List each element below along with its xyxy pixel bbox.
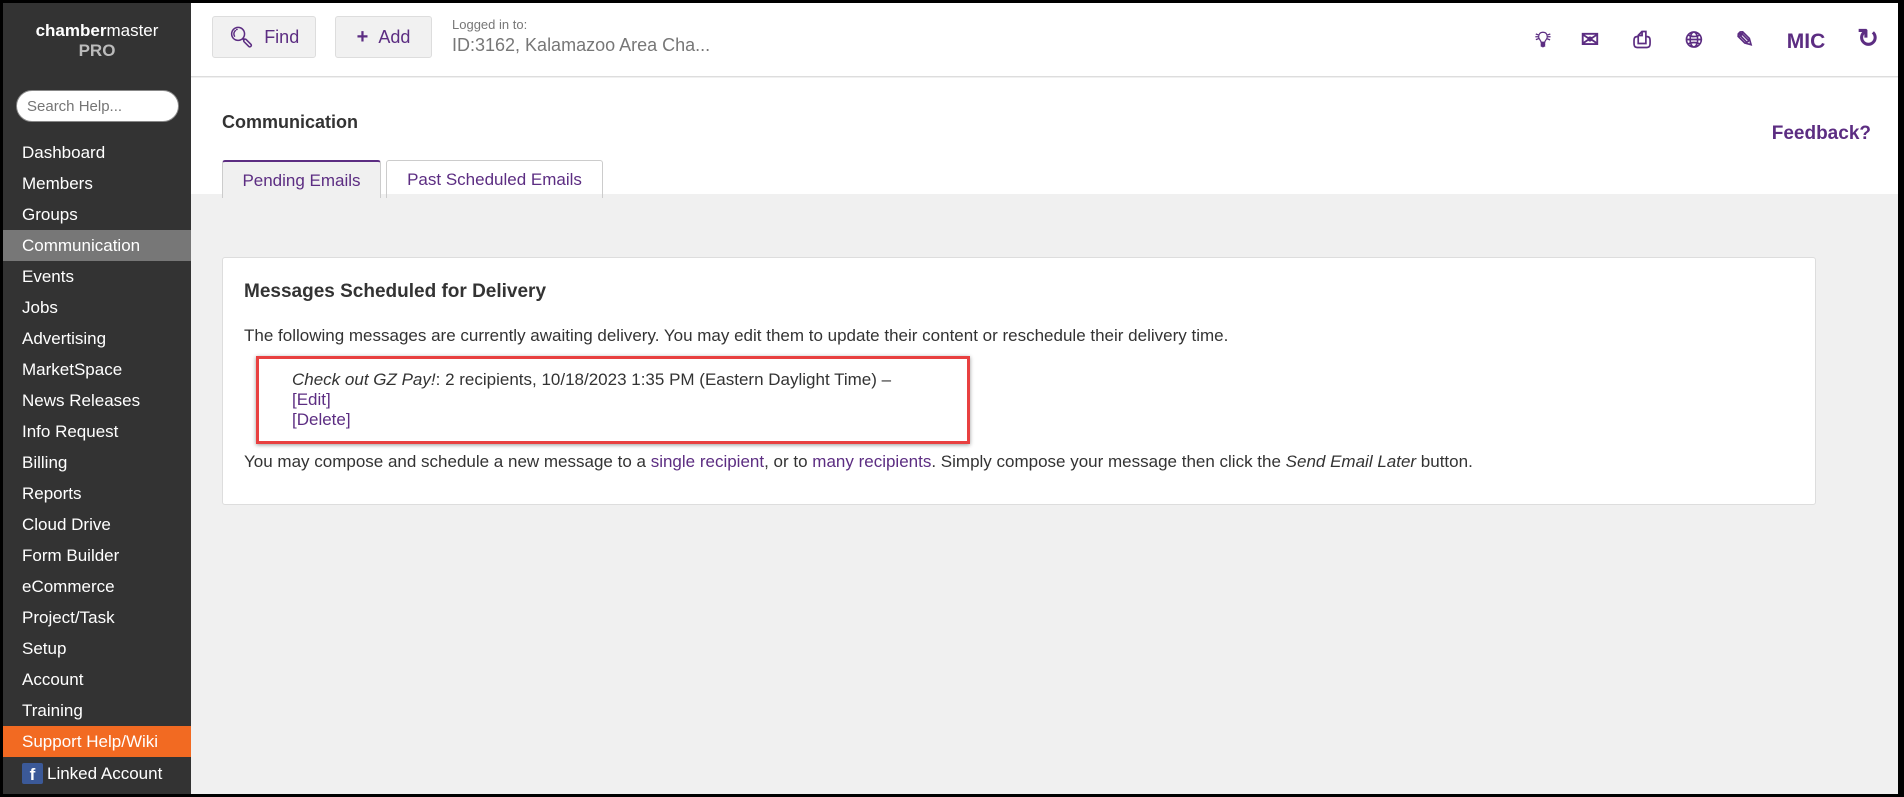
edit-link[interactable]: [Edit]	[292, 390, 891, 410]
sidebar-item-billing[interactable]: Billing	[3, 447, 191, 478]
logged-in-info: Logged in to: ID:3162, Kalamazoo Area Ch…	[452, 17, 711, 55]
print-icon[interactable]: ⎙	[1627, 27, 1657, 53]
sidebar-item-marketspace[interactable]: MarketSpace	[3, 354, 191, 385]
scheduled-message-item: Check out GZ Pay!: 2 recipients, 10/18/2…	[292, 370, 891, 430]
sidebar-item-setup[interactable]: Setup	[3, 633, 191, 664]
sidebar-item-info-request[interactable]: Info Request	[3, 416, 191, 447]
sidebar-item-advertising[interactable]: Advertising	[3, 323, 191, 354]
facebook-icon: f	[22, 763, 43, 784]
plus-icon: +	[356, 25, 369, 48]
sidebar-item-account[interactable]: Account	[3, 664, 191, 695]
single-recipient-link[interactable]: single recipient	[651, 452, 764, 471]
feedback-link[interactable]: Feedback?	[1772, 123, 1871, 145]
compose-text: You may compose and schedule a new messa…	[244, 452, 1473, 471]
refresh-icon[interactable]: ↻	[1853, 23, 1883, 54]
sidebar-item-training[interactable]: Training	[3, 695, 191, 726]
logo[interactable]: chambermaster PRO	[3, 21, 191, 61]
panel-heading: Messages Scheduled for Delivery	[244, 281, 547, 302]
sidebar-item-ecommerce[interactable]: eCommerce	[3, 571, 191, 602]
pencil-icon[interactable]: ✎	[1730, 27, 1760, 53]
sidebar: chambermasterPRO Dashboard Members Group…	[3, 3, 191, 794]
find-button[interactable]: 🔍︎ Find	[212, 16, 316, 58]
delete-link[interactable]: [Delete]	[292, 410, 891, 430]
linked-account[interactable]: f Linked Account	[22, 763, 162, 784]
tab-past-scheduled-emails[interactable]: Past Scheduled Emails	[386, 160, 603, 198]
search-icon: 🔍︎	[228, 26, 255, 49]
message-details: : 2 recipients, 10/18/2023 1:35 PM (East…	[435, 370, 892, 389]
page-header: Communication Feedback? Pending Emails P…	[191, 78, 1898, 198]
sidebar-item-support[interactable]: Support Help/Wiki	[3, 726, 191, 757]
top-bar: 🔍︎ Find + Add Logged in to: ID:3162, Kalam…	[191, 3, 1898, 77]
sidebar-item-reports[interactable]: Reports	[3, 478, 191, 509]
message-subject: Check out GZ Pay!	[292, 370, 436, 389]
sidebar-item-dashboard[interactable]: Dashboard	[3, 137, 191, 168]
sidebar-nav: Dashboard Members Groups Communication E…	[3, 137, 191, 757]
sidebar-item-cloud-drive[interactable]: Cloud Drive	[3, 509, 191, 540]
intro-text: The following messages are currently awa…	[244, 326, 1229, 345]
tab-pending-emails[interactable]: Pending Emails	[222, 160, 381, 198]
sidebar-item-communication[interactable]: Communication	[3, 230, 191, 261]
page-title: Communication	[222, 112, 359, 132]
sidebar-item-events[interactable]: Events	[3, 261, 191, 292]
many-recipients-link[interactable]: many recipients	[812, 452, 931, 471]
envelope-icon[interactable]: ✉︎	[1575, 27, 1605, 53]
sidebar-item-groups[interactable]: Groups	[3, 199, 191, 230]
app-window: chambermasterPRO Dashboard Members Group…	[3, 3, 1898, 794]
sidebar-item-news-releases[interactable]: News Releases	[3, 385, 191, 416]
sidebar-item-project-task[interactable]: Project/Task	[3, 602, 191, 633]
scheduled-messages-panel: Messages Scheduled for Delivery The foll…	[222, 257, 1816, 505]
sidebar-item-form-builder[interactable]: Form Builder	[3, 540, 191, 571]
sidebar-item-members[interactable]: Members	[3, 168, 191, 199]
search-help-input[interactable]	[16, 90, 179, 122]
sidebar-item-jobs[interactable]: Jobs	[3, 292, 191, 323]
lightbulb-icon[interactable]: 💡︎	[1528, 27, 1558, 53]
add-button[interactable]: + Add	[335, 16, 432, 58]
user-initials-button[interactable]: MIC	[1781, 30, 1831, 54]
globe-icon[interactable]: 🌐︎	[1679, 27, 1709, 53]
